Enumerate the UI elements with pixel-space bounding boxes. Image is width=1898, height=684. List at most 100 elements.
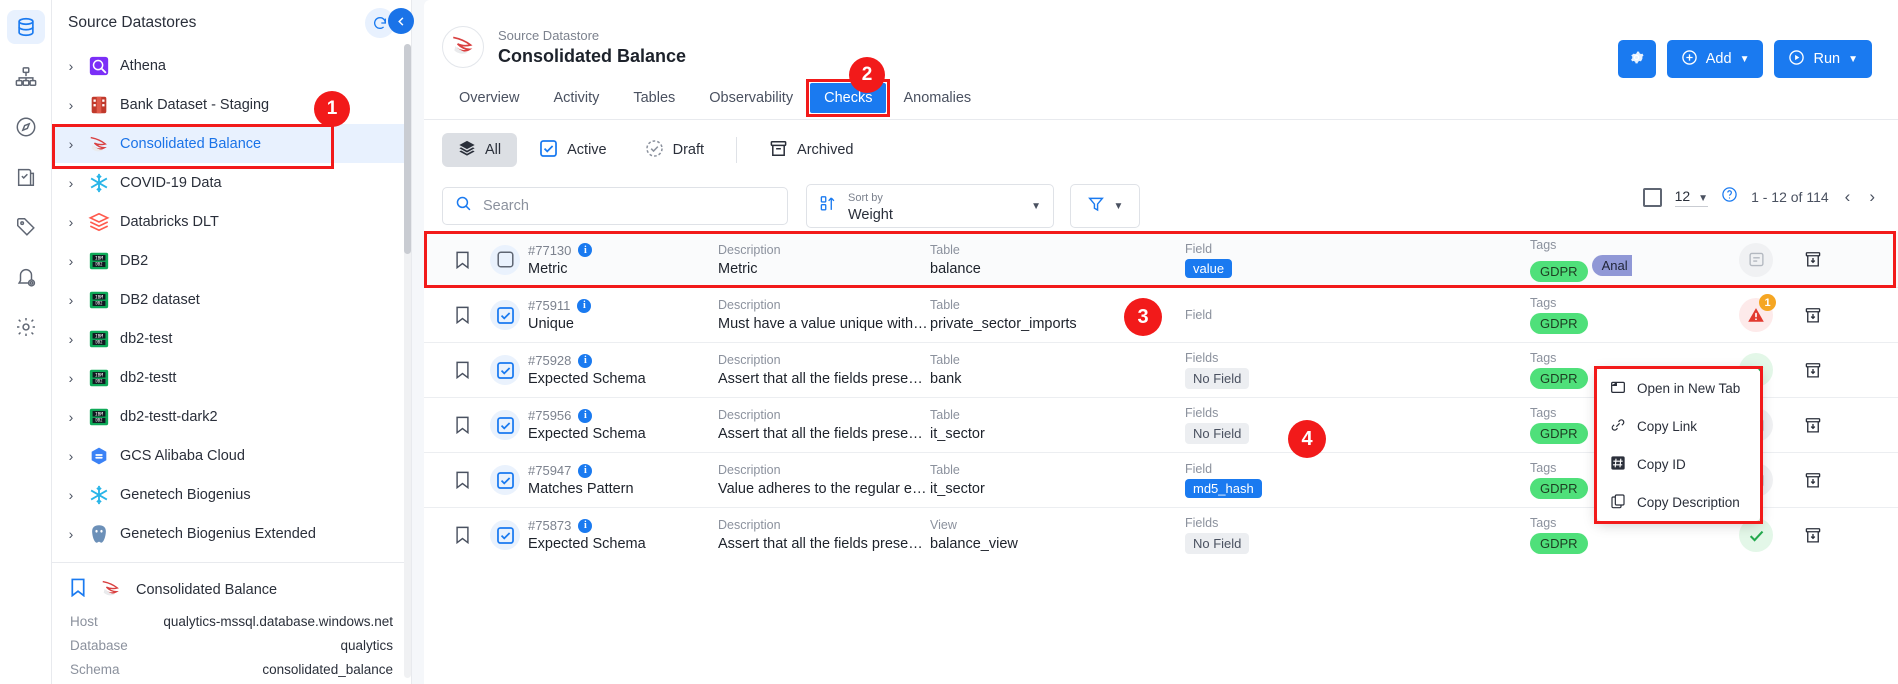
page-size-select[interactable]: 12 ▼ (1674, 188, 1709, 207)
tree-item-bank-dataset-staging[interactable]: › Bank Dataset - Staging (52, 85, 411, 124)
draft-state-icon[interactable] (490, 244, 520, 275)
next-page-button[interactable]: › (1866, 187, 1878, 207)
tab-activity[interactable]: Activity (536, 90, 616, 119)
panel-scrollbar[interactable] (404, 44, 411, 678)
tree-item-athena[interactable]: › Athena (52, 46, 411, 85)
sort-by-select[interactable]: Sort by Weight ▼ (806, 184, 1054, 228)
bookmark-icon[interactable] (70, 578, 86, 602)
archive-row-icon[interactable] (1787, 250, 1839, 269)
help-circle-icon[interactable] (1721, 186, 1738, 208)
info-icon[interactable]: i (578, 353, 593, 368)
archive-row-icon[interactable] (1787, 471, 1839, 490)
run-button[interactable]: Run ▼ (1774, 40, 1872, 78)
chevron-right-icon[interactable]: › (64, 527, 78, 541)
tree-item-consolidated-balance[interactable]: › Consolidated Balance (52, 124, 411, 169)
datastore-tree-list[interactable]: › Athena › Bank Dataset - Staging › Consolida… (52, 46, 411, 562)
tree-item-genetech-biogenius[interactable]: › Genetech Biogenius (52, 475, 411, 514)
select-all-checkbox[interactable] (1642, 187, 1662, 207)
tab-bar[interactable]: Overview Activity Tables Observability Check… (424, 76, 1898, 120)
chevron-right-icon[interactable]: › (64, 137, 78, 151)
tag-chip: GDPR (1530, 260, 1588, 282)
bookmark-icon[interactable] (442, 251, 482, 269)
chevron-right-icon[interactable]: › (64, 215, 78, 229)
chevron-right-icon[interactable]: › (64, 59, 78, 73)
bookmark-icon[interactable] (442, 416, 482, 434)
rail-item-notifications[interactable] (7, 260, 45, 294)
status-badge-none[interactable] (1739, 242, 1773, 277)
table-row[interactable]: #77130 i Metric Description Metric Table balan… (424, 231, 1898, 288)
info-icon[interactable]: i (578, 463, 593, 478)
bookmark-icon[interactable] (442, 526, 482, 544)
tree-item-db2[interactable]: › IBM DB2 DB2 (52, 241, 411, 280)
rail-item-lineage[interactable] (7, 60, 45, 94)
info-icon[interactable]: i (578, 243, 593, 257)
ctx-open-in-new-tab[interactable]: Open in New Tab (1597, 369, 1760, 407)
tree-item-gcs-alibaba-cloud[interactable]: › GCS Alibaba Cloud (52, 436, 411, 475)
add-button[interactable]: Add ▼ (1666, 40, 1764, 78)
chevron-right-icon[interactable]: › (64, 371, 78, 385)
ctx-copy-description[interactable]: Copy Description (1597, 483, 1760, 521)
tab-tables[interactable]: Tables (616, 90, 692, 119)
settings-button[interactable] (1617, 40, 1656, 78)
archive-row-icon[interactable] (1787, 416, 1839, 435)
datastore-detail-name: Consolidated Balance (136, 582, 278, 598)
page-range-text: 1 - 12 of 114 (1751, 189, 1829, 205)
info-icon[interactable]: i (578, 518, 593, 533)
chip-archived[interactable]: Archived (753, 133, 869, 167)
tree-item-db2-testt[interactable]: › IBM DB2 db2-testt (52, 358, 411, 397)
rail-item-tasks[interactable] (7, 160, 45, 194)
check-state-icon[interactable] (490, 465, 520, 495)
rail-item-datastores[interactable] (6, 10, 45, 44)
check-state-icon[interactable] (490, 300, 520, 330)
collapse-sidebar-button[interactable] (388, 8, 414, 34)
archive-row-icon[interactable] (1787, 306, 1839, 325)
prev-page-button[interactable]: ‹ (1842, 187, 1854, 207)
db2-icon: IBM DB2 (88, 406, 110, 428)
tree-item-db2-dataset[interactable]: › IBM DB2 DB2 dataset (52, 280, 411, 319)
chip-all[interactable]: All (442, 133, 518, 167)
filter-button[interactable]: ▼ (1070, 184, 1140, 228)
status-badge-anomaly[interactable]: 1 (1739, 294, 1776, 332)
row-context-menu[interactable]: Open in New Tab Copy Link Copy ID Copy Desc… (1594, 366, 1763, 524)
scrollbar-thumb[interactable] (404, 44, 411, 254)
check-state-icon[interactable] (490, 355, 520, 385)
rail-item-settings[interactable] (7, 310, 45, 344)
tab-overview[interactable]: Overview (442, 90, 536, 119)
tree-item-genetech-biogenius-extended[interactable]: › Genetech Biogenius Extended (52, 514, 411, 553)
chevron-right-icon[interactable]: › (64, 293, 78, 307)
tree-item-databricks-dlt[interactable]: › Databricks DLT (52, 202, 411, 241)
ctx-copy-id[interactable]: Copy ID (1597, 445, 1760, 483)
info-icon[interactable]: i (578, 408, 593, 423)
list-toolbar: Sort by Weight ▼ ▼ 12 (424, 180, 1898, 232)
chevron-right-icon[interactable]: › (64, 176, 78, 190)
chevron-right-icon[interactable]: › (64, 488, 78, 502)
search-input[interactable] (481, 197, 775, 215)
bookmark-icon[interactable] (442, 306, 482, 324)
tree-item-db2-testt-dark2[interactable]: › IBM DB2 db2-testt-dark2 (52, 397, 411, 436)
check-state-icon[interactable] (490, 520, 520, 550)
chevron-down-icon: ▼ (1698, 192, 1709, 204)
chip-active[interactable]: Active (523, 133, 623, 167)
chevron-right-icon[interactable]: › (64, 410, 78, 424)
tree-item-db2-test[interactable]: › IBM DB2 db2-test (52, 319, 411, 358)
status-badge-passing[interactable] (1739, 518, 1773, 552)
search-box[interactable] (442, 187, 788, 225)
ctx-copy-link[interactable]: Copy Link (1597, 407, 1760, 445)
chevron-right-icon[interactable]: › (64, 332, 78, 346)
archive-row-icon[interactable] (1787, 361, 1839, 380)
rail-item-tags[interactable] (7, 210, 45, 244)
chevron-right-icon[interactable]: › (64, 98, 78, 112)
status-filter-chips[interactable]: All Active Draft Archived (424, 120, 1898, 180)
info-icon[interactable]: i (577, 298, 592, 313)
chip-draft[interactable]: Draft (629, 133, 720, 167)
bookmark-icon[interactable] (442, 361, 482, 379)
archive-row-icon[interactable] (1787, 526, 1839, 545)
chevron-right-icon[interactable]: › (64, 449, 78, 463)
tab-anomalies[interactable]: Anomalies (886, 90, 988, 119)
bookmark-icon[interactable] (442, 471, 482, 489)
tab-observability[interactable]: Observability (692, 90, 810, 119)
chevron-right-icon[interactable]: › (64, 254, 78, 268)
check-state-icon[interactable] (490, 410, 520, 440)
rail-item-explore[interactable] (7, 110, 45, 144)
tree-item-covid-19-data[interactable]: › COVID-19 Data (52, 163, 411, 202)
